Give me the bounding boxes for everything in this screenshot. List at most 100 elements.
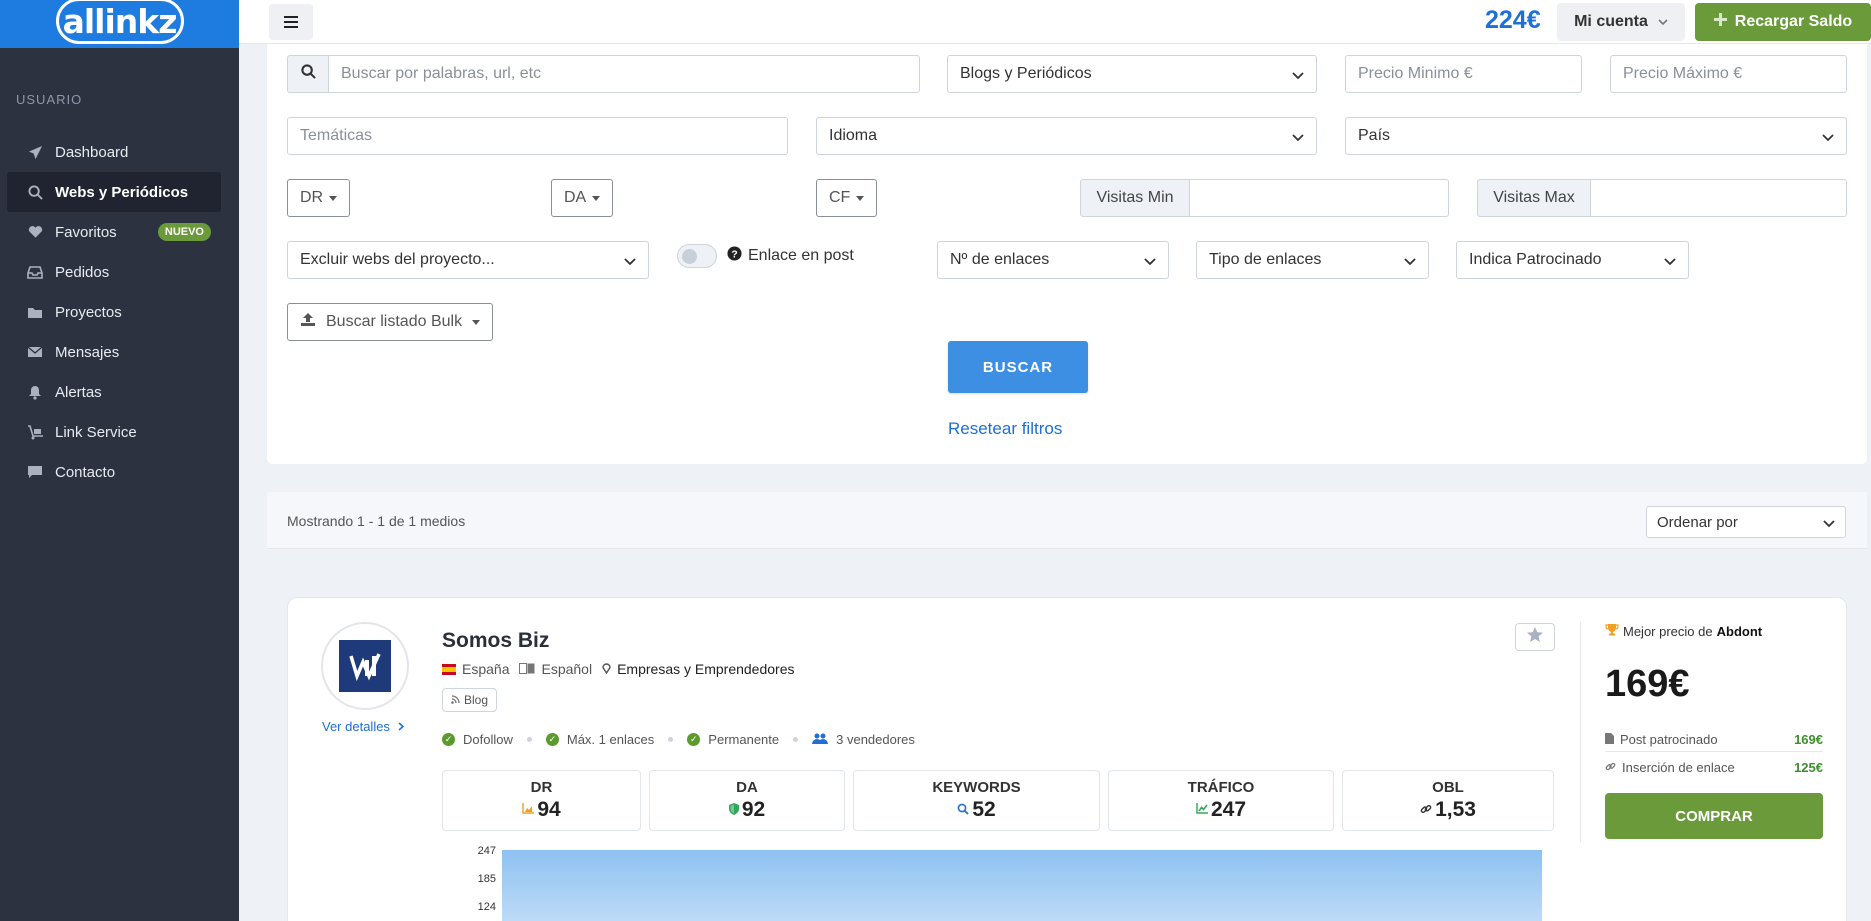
caret-down-icon <box>856 195 865 201</box>
search-icon <box>25 184 45 200</box>
logo-bar: allinkz <box>0 0 239 48</box>
menu-toggle-button[interactable] <box>269 4 313 40</box>
language-select[interactable]: Idioma <box>816 117 1317 155</box>
separator-dot <box>793 737 799 742</box>
y-tick-label: 124 <box>478 901 496 913</box>
brand-logo[interactable]: allinkz <box>55 0 184 44</box>
buy-button[interactable]: COMPRAR <box>1605 793 1823 839</box>
sidebar-item-contacto[interactable]: Contacto <box>7 452 221 492</box>
site-title[interactable]: Somos Biz <box>442 629 549 653</box>
best-price-label: Mejor precio de Abdont <box>1605 623 1762 639</box>
results-bar: Mostrando 1 - 1 de 1 medios Ordenar por <box>267 492 1867 549</box>
sidebar-item-mensajes[interactable]: Mensajes <box>7 332 221 372</box>
results-summary: Mostrando 1 - 1 de 1 medios <box>287 513 466 529</box>
chevron-down-icon <box>1822 129 1834 147</box>
bulk-search-button[interactable]: Buscar listado Bulk <box>287 303 494 341</box>
bell-icon <box>25 385 45 400</box>
link-in-post-label: ? Enlace en post <box>727 246 854 266</box>
num-links-select[interactable]: Nº de enlaces <box>937 241 1169 279</box>
top-header: 224€ Mi cuenta Recargar Saldo <box>239 0 1871 44</box>
visits-max-input[interactable] <box>1590 179 1847 217</box>
new-badge: NUEVO <box>157 223 211 241</box>
account-menu-button[interactable]: Mi cuenta <box>1557 3 1685 41</box>
dolly-icon <box>25 424 45 440</box>
sidebar-item-pedidos[interactable]: Pedidos <box>7 252 221 292</box>
site-logo[interactable] <box>321 622 409 710</box>
chevron-down-icon <box>1292 67 1304 85</box>
chevron-down-icon <box>1404 253 1416 271</box>
best-price-seller[interactable]: Abdont <box>1717 624 1762 639</box>
inbox-icon <box>25 265 45 279</box>
search-button[interactable]: BUSCAR <box>948 341 1088 393</box>
sidebar-item-label: Link Service <box>55 423 137 441</box>
site-logo-image <box>339 640 391 692</box>
sidebar-item-webs[interactable]: Webs y Periódicos <box>7 172 221 212</box>
view-details-link[interactable]: Ver detalles <box>322 719 404 734</box>
sidebar-item-dashboard[interactable]: Dashboard <box>7 132 221 172</box>
sidebar-item-favoritos[interactable]: Favoritos NUEVO <box>7 212 221 252</box>
visits-min-label: Visitas Min <box>1080 179 1190 217</box>
country-select[interactable]: País <box>1345 117 1847 155</box>
order-by-select[interactable]: Ordenar por <box>1646 506 1846 538</box>
spain-flag-icon <box>442 663 456 675</box>
folder-icon <box>25 306 45 319</box>
sidebar-item-label: Dashboard <box>55 143 129 161</box>
caret-down-icon <box>592 195 601 201</box>
chevron-down-icon <box>1658 13 1668 31</box>
link-icon <box>1605 760 1616 775</box>
shield-icon <box>728 802 739 818</box>
metric-traffic: TRÁFICO 247 <box>1108 770 1334 831</box>
reset-filters-link[interactable]: Resetear filtros <box>948 419 1062 439</box>
sponsored-select[interactable]: Indica Patrocinado <box>1456 241 1689 279</box>
hamburger-icon <box>284 11 298 34</box>
visits-min-input[interactable] <box>1189 179 1449 217</box>
map-marker-icon <box>602 661 611 677</box>
filters-panel: Buscar por palabras, url, etc Blogs y Pe… <box>267 44 1867 464</box>
users-icon <box>812 732 829 747</box>
exclude-project-select[interactable]: Excluir webs del proyecto... <box>287 241 649 279</box>
search-icon <box>957 803 969 818</box>
traffic-area <box>502 850 1542 921</box>
sidebar-item-link-service[interactable]: Link Service <box>7 412 221 452</box>
price-divider <box>1580 622 1581 842</box>
link-in-post-toggle[interactable] <box>677 244 717 268</box>
dr-filter-button[interactable]: DR <box>287 179 351 217</box>
heart-icon <box>25 225 45 239</box>
sidebar-item-label: Contacto <box>55 463 116 481</box>
cf-filter-button[interactable]: CF <box>816 179 878 217</box>
separator-dot <box>668 737 674 742</box>
chevron-right-icon <box>398 719 404 734</box>
sidebar-item-label: Pedidos <box>55 263 110 281</box>
favorite-button[interactable] <box>1515 623 1555 651</box>
topics-input[interactable]: Temáticas <box>287 117 788 155</box>
chart-area-icon <box>522 803 535 817</box>
metric-keywords: KEYWORDS 52 <box>853 770 1100 831</box>
check-circle-icon: ✓ <box>687 733 701 746</box>
chart-line-icon <box>1196 803 1208 817</box>
site-country: España <box>462 661 510 677</box>
site-language: Español <box>541 661 593 677</box>
price-max-input[interactable]: Precio Máximo € <box>1610 55 1847 93</box>
upload-icon <box>300 312 316 332</box>
rss-icon <box>451 693 460 707</box>
metric-dr: DR 94 <box>442 770 641 831</box>
question-circle-icon[interactable]: ? <box>727 246 742 266</box>
caret-down-icon <box>472 319 481 325</box>
check-circle-icon: ✓ <box>442 733 455 746</box>
site-type-tag: Blog <box>442 688 498 712</box>
star-icon <box>1526 626 1544 649</box>
sellers-count[interactable]: 3 vendedores <box>836 732 915 747</box>
search-input[interactable]: Buscar por palabras, url, etc <box>328 55 920 93</box>
file-icon <box>1605 732 1614 747</box>
da-filter-button[interactable]: DA <box>551 179 614 217</box>
search-addon <box>287 55 329 93</box>
y-tick-label: 185 <box>478 873 496 885</box>
price-row-divider <box>1605 751 1823 752</box>
sidebar-item-proyectos[interactable]: Proyectos <box>7 292 221 332</box>
link-type-select[interactable]: Tipo de enlaces <box>1196 241 1429 279</box>
recharge-balance-button[interactable]: Recargar Saldo <box>1695 3 1871 41</box>
price-min-input[interactable]: Precio Minimo € <box>1345 55 1582 93</box>
site-features: ✓ Dofollow ✓ Máx. 1 enlaces ✓ Permanente… <box>442 732 915 747</box>
sidebar-item-alertas[interactable]: Alertas <box>7 372 221 412</box>
media-type-select[interactable]: Blogs y Periódicos <box>947 55 1317 93</box>
